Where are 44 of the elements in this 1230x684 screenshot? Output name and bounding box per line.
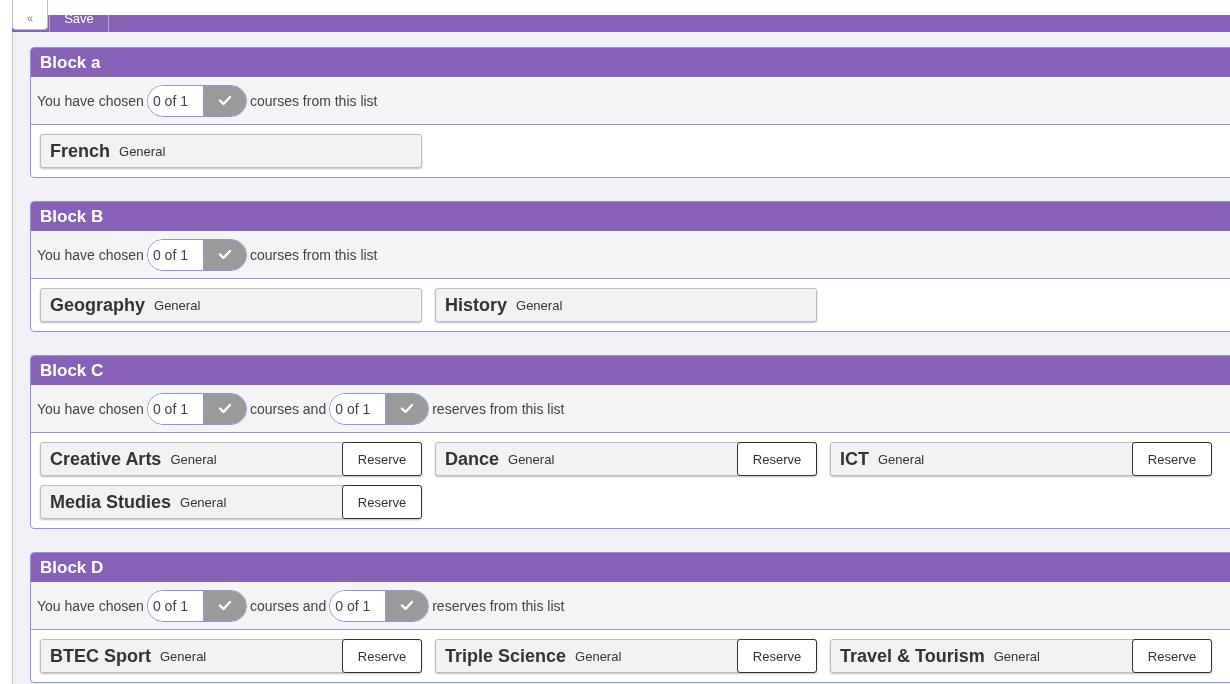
reserve-button[interactable]: Reserve	[737, 442, 817, 476]
selection-counter: 0 of 1	[329, 589, 430, 622]
course-option[interactable]: Creative Arts General Reserve	[40, 442, 422, 476]
reserve-button[interactable]: Reserve	[737, 639, 817, 673]
course-option[interactable]: Geography General	[40, 288, 422, 322]
selection-counter: 0 of 1	[146, 589, 247, 622]
check-icon	[217, 95, 232, 106]
check-icon	[400, 403, 415, 414]
selection-counter: 0 of 1	[146, 392, 247, 425]
selection-counter: 0 of 1	[146, 238, 247, 271]
block-title: Block D	[40, 557, 104, 578]
summary-text: courses from this list	[249, 246, 378, 263]
reserve-button[interactable]: Reserve	[1132, 442, 1212, 476]
course-option[interactable]: ICT General Reserve	[830, 442, 1212, 476]
reserve-button[interactable]: Reserve	[1132, 639, 1212, 673]
block-title: Block C	[40, 360, 104, 381]
course-option[interactable]: Triple Science General Reserve	[435, 639, 817, 673]
selection-counter: 0 of 1	[146, 84, 247, 117]
summary-text: courses and	[249, 597, 327, 614]
block-title: Block a	[40, 52, 101, 73]
check-icon	[400, 600, 415, 611]
check-icon	[217, 600, 232, 611]
reserve-button[interactable]: Reserve	[342, 485, 422, 519]
summary-text: reserves from this list	[432, 400, 565, 417]
collapse-tab[interactable]: «	[12, 0, 48, 30]
selection-counter: 0 of 1	[329, 392, 430, 425]
summary-text: You have chosen	[37, 400, 144, 417]
check-icon	[217, 249, 232, 260]
course-option[interactable]: Travel & Tourism General Reserve	[830, 639, 1212, 673]
reserve-button[interactable]: Reserve	[342, 442, 422, 476]
summary-text: courses and	[249, 400, 327, 417]
block-title: Block B	[40, 206, 104, 227]
summary-text: You have chosen	[37, 246, 144, 263]
course-option[interactable]: Dance General Reserve	[435, 442, 817, 476]
summary-text: You have chosen	[37, 597, 144, 614]
reserve-button[interactable]: Reserve	[342, 639, 422, 673]
summary-text: You have chosen	[37, 92, 144, 109]
course-option[interactable]: History General	[435, 288, 817, 322]
course-option[interactable]: French General	[40, 134, 422, 168]
course-option[interactable]: BTEC Sport General Reserve	[40, 639, 422, 673]
summary-text: courses from this list	[249, 92, 378, 109]
course-option[interactable]: Media Studies General Reserve	[40, 485, 422, 519]
check-icon	[217, 403, 232, 414]
summary-text: reserves from this list	[432, 597, 565, 614]
